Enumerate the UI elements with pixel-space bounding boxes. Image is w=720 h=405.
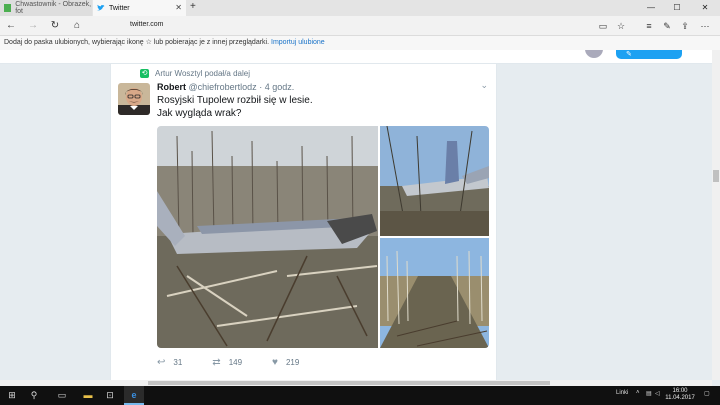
close-window-button[interactable]: ✕ bbox=[694, 0, 716, 16]
tab-strip: Chwastownik - Obrazek, fot Twitter ✕ + —… bbox=[0, 0, 720, 16]
author-handle[interactable]: @chiefrobertlodz bbox=[189, 82, 257, 92]
like-button[interactable]: ♥ 219 bbox=[272, 357, 299, 368]
navigation-bar: ← → ↻ ⌂ twitter.com ▭ ☆ ≡ ✎ ⇪ ⋯ bbox=[0, 16, 720, 36]
links-toolbar[interactable]: Linki bbox=[616, 390, 628, 396]
compose-tweet-button[interactable]: ✎ bbox=[616, 50, 682, 59]
crash-photo-2[interactable] bbox=[380, 126, 489, 237]
tab-title: Twitter bbox=[109, 4, 130, 12]
tweet-text-line: Rosyjski Tupolew rozbił się w lesie. bbox=[157, 95, 313, 106]
reply-icon: ↩ bbox=[157, 356, 166, 368]
retweet-context: ⟲ Artur Wosztyl podał/a dalej bbox=[140, 69, 250, 78]
tab-chwastownik[interactable]: Chwastownik - Obrazek, fot bbox=[0, 0, 92, 16]
heart-icon: ♥ bbox=[272, 356, 278, 368]
close-tab-icon[interactable]: ✕ bbox=[175, 3, 182, 12]
tweet-text: Rosyjski Tupolew rozbił się w lesie. Jak… bbox=[157, 94, 313, 120]
web-note-icon[interactable]: ✎ bbox=[658, 18, 676, 34]
like-count: 219 bbox=[285, 357, 300, 367]
clock-date: 11.04.2017 bbox=[665, 395, 695, 401]
reading-view-icon[interactable]: ▭ bbox=[594, 18, 612, 34]
vertical-scrollbar[interactable] bbox=[712, 50, 720, 380]
windows-start-icon[interactable]: ⊞ bbox=[6, 389, 18, 401]
store-icon[interactable]: ⊡ bbox=[104, 389, 116, 401]
web-page: ✎ ⟲ Artur Wosztyl podał/a dalej Robert @… bbox=[0, 50, 712, 380]
edge-taskbar-button[interactable]: e bbox=[124, 386, 144, 405]
windows-taskbar: ⊞ ⚲ ▭ ▬ ⊡ e Linki ˄ ▤ ◁ 16:00 11.04.2017… bbox=[0, 386, 720, 405]
file-explorer-icon[interactable]: ▬ bbox=[82, 389, 94, 401]
tab-title: Chwastownik - Obrazek, fot bbox=[15, 1, 92, 15]
search-icon[interactable]: ⚲ bbox=[28, 389, 40, 401]
crash-photo-1[interactable] bbox=[157, 126, 378, 348]
twitter-top-bar: ✎ bbox=[0, 50, 712, 64]
tweet-text-line: Jak wygląda wrak? bbox=[157, 108, 242, 119]
home-button[interactable]: ⌂ bbox=[68, 18, 86, 34]
author-name[interactable]: Robert bbox=[157, 82, 186, 92]
task-view-icon[interactable]: ▭ bbox=[56, 389, 68, 401]
screen: Chwastownik - Obrazek, fot Twitter ✕ + —… bbox=[0, 0, 720, 405]
tweet-menu-chevron-down-icon[interactable]: ⌄ bbox=[480, 80, 488, 91]
favorites-prompt-text: Dodaj do paska ulubionych, wybierając ik… bbox=[4, 39, 270, 46]
tweet-time[interactable]: · 4 godz. bbox=[259, 82, 294, 92]
crash-photo-3[interactable] bbox=[380, 238, 489, 348]
show-hidden-icons-icon[interactable]: ˄ bbox=[636, 390, 640, 396]
refresh-button[interactable]: ↻ bbox=[46, 18, 64, 34]
edge-icon: e bbox=[131, 390, 137, 400]
favorite-star-icon[interactable]: ☆ bbox=[612, 18, 630, 34]
more-menu-icon[interactable]: ⋯ bbox=[696, 18, 714, 34]
share-icon[interactable]: ⇪ bbox=[676, 18, 694, 34]
twitter-bird-icon bbox=[97, 4, 105, 12]
reply-button[interactable]: ↩ 31 bbox=[157, 357, 182, 368]
minimize-button[interactable]: — bbox=[640, 0, 662, 16]
retweeted-by-text[interactable]: Artur Wosztyl podał/a dalej bbox=[155, 69, 250, 78]
system-clock[interactable]: 16:00 11.04.2017 bbox=[662, 388, 698, 402]
account-avatar[interactable] bbox=[585, 50, 603, 58]
favorites-bar: Dodaj do paska ulubionych, wybierając ik… bbox=[0, 36, 720, 50]
forward-button[interactable]: → bbox=[24, 18, 42, 34]
retweet-icon: ⇄ bbox=[212, 356, 221, 368]
retweet-button[interactable]: ⇄ 149 bbox=[212, 357, 242, 368]
network-icon[interactable]: ▤ bbox=[646, 390, 652, 397]
action-center-icon[interactable]: ▢ bbox=[704, 390, 710, 397]
hub-icon[interactable]: ≡ bbox=[640, 18, 658, 34]
clock-time: 16:00 bbox=[672, 388, 688, 394]
address-bar[interactable]: twitter.com bbox=[130, 21, 163, 28]
tab-twitter[interactable]: Twitter ✕ bbox=[93, 0, 186, 16]
import-favorites-link[interactable]: Importuj ulubione bbox=[271, 39, 325, 46]
site-favicon-icon bbox=[4, 4, 12, 12]
tweet-card[interactable]: ⟲ Artur Wosztyl podał/a dalej Robert @ch bbox=[110, 64, 497, 380]
back-button[interactable]: ← bbox=[2, 18, 20, 34]
tweet-actions: ↩ 31 ⇄ 149 ♥ 219 bbox=[157, 356, 329, 368]
tweet-photo-grid bbox=[157, 126, 489, 348]
new-tab-button[interactable]: + bbox=[190, 1, 196, 12]
compose-icon: ✎ bbox=[626, 51, 632, 58]
reply-count: 31 bbox=[173, 357, 183, 367]
maximize-button[interactable]: ☐ bbox=[666, 0, 688, 16]
volume-icon[interactable]: ◁ bbox=[655, 390, 660, 397]
author-avatar[interactable] bbox=[118, 83, 150, 115]
retweet-count: 149 bbox=[228, 357, 243, 367]
horizontal-scroll-thumb[interactable] bbox=[148, 381, 550, 385]
tweet-header: Robert @chiefrobertlodz · 4 godz. bbox=[157, 82, 294, 92]
vertical-scroll-thumb[interactable] bbox=[713, 170, 719, 182]
retweet-icon: ⟲ bbox=[140, 69, 149, 78]
